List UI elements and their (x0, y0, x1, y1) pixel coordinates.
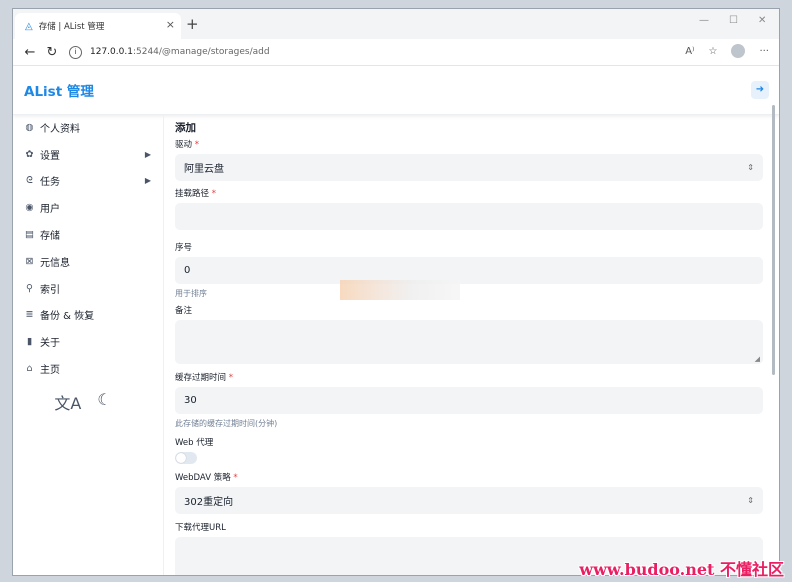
sidebar-item-label: 任务 (40, 177, 60, 189)
site-info-icon[interactable]: i (69, 45, 82, 59)
remark-textarea[interactable]: ◢ (175, 320, 763, 364)
read-aloud-icon[interactable]: A⁾ (685, 46, 694, 57)
watermark: www.budoo.net 不懂社区 (579, 560, 784, 579)
sidebar-item-label: 主页 (40, 365, 60, 377)
tasks-icon: ᘓ (26, 175, 33, 187)
sidebar-item-label: 用户 (40, 204, 60, 216)
sidebar-item-label: 索引 (40, 284, 60, 296)
order-input[interactable]: 0 (175, 257, 763, 284)
remark-label: 备注 (175, 306, 193, 316)
sidebar: ◍ 个人资料 ✿ 设置 ▶ ᘓ 任务 ▶ ◉ 用户 ▤ 存储 ⊠ 元信息 ⚲ 索引 ≣ 备份 & 恢复 ▮ 关于 ⌂ 主页… (13, 114, 164, 575)
url-path: :5244/@manage/storages/add (132, 47, 270, 57)
user-icon: ◉ (25, 202, 34, 214)
search-icon: ⚲ (26, 282, 33, 294)
alist-favicon-icon: ◬ (25, 20, 33, 32)
back-icon[interactable]: ← (19, 45, 41, 60)
favorites-icon[interactable]: ☆ (708, 46, 717, 57)
user-circle-icon: ◍ (25, 121, 34, 133)
blurred-overlay (340, 280, 460, 300)
cache-expiration-hint: 此存储的缓存过期时间(分钟) (175, 419, 278, 428)
url-field[interactable]: i 127.0.0.1:5244/@manage/storages/add (69, 45, 270, 59)
tab-strip: ◬ 存储 | AList 管理 × + — ☐ ✕ (13, 9, 779, 39)
order-label: 序号 (175, 243, 193, 253)
cache-expiration-label: 缓存过期时间 * (175, 373, 233, 383)
mount-path-input[interactable] (175, 203, 763, 230)
sidebar-item-label: 备份 & 恢复 (40, 311, 95, 323)
tab-close-icon[interactable]: × (166, 18, 175, 31)
select-caret-icon: ⇕ (747, 496, 754, 505)
minimize-button[interactable]: — (699, 15, 709, 26)
sidebar-item[interactable]: ◉ 用户 (13, 194, 163, 221)
sidebar-item-label: 设置 (40, 150, 60, 162)
web-proxy-label: Web 代理 (175, 438, 214, 448)
refresh-icon[interactable]: ↻ (41, 45, 63, 60)
sidebar-item[interactable]: ⊠ 元信息 (13, 248, 163, 275)
chevron-right-icon[interactable]: ▶ (145, 150, 151, 159)
sidebar-item[interactable]: ⌂ 主页 (13, 355, 163, 382)
new-tab-button[interactable]: + (186, 15, 199, 33)
select-caret-icon: ⇕ (747, 163, 754, 172)
url-host: 127.0.0.1 (90, 47, 133, 57)
close-window-button[interactable]: ✕ (758, 15, 766, 26)
sidebar-item[interactable]: ✿ 设置 ▶ (13, 141, 163, 168)
webdav-policy-label: WebDAV 策略 * (175, 473, 238, 483)
maximize-button[interactable]: ☐ (729, 15, 738, 26)
sidebar-item-label: 关于 (40, 338, 60, 350)
tab-title: 存储 | AList 管理 (38, 22, 105, 32)
driver-select[interactable]: 阿里云盘 ⇕ (175, 154, 763, 181)
sidebar-item-label: 元信息 (40, 257, 70, 269)
sidebar-footer: 文A ☾ (13, 390, 163, 414)
mount-path-label: 挂载路径 * (175, 189, 216, 199)
sidebar-item[interactable]: ≣ 备份 & 恢复 (13, 302, 163, 329)
language-icon[interactable]: 文A (54, 390, 81, 414)
database-icon: ≣ (25, 309, 34, 321)
main-content: 添加 驱动 * 阿里云盘 ⇕ 挂载路径 * 序号 0 用于排序 备注 ◢ 缓存过期… (175, 114, 763, 575)
sidebar-item[interactable]: ▤ 存储 (13, 221, 163, 248)
download-proxy-url-label: 下载代理URL (175, 523, 226, 533)
logout-icon[interactable]: ➜ (751, 81, 769, 99)
storage-icon: ▤ (25, 229, 34, 241)
web-proxy-switch[interactable] (175, 452, 197, 464)
meta-icon: ⊠ (25, 255, 34, 267)
webdav-policy-select[interactable]: 302重定向 ⇕ (175, 487, 763, 514)
resize-grip-icon[interactable]: ◢ (755, 355, 760, 363)
chevron-right-icon[interactable]: ▶ (145, 176, 151, 185)
gear-icon: ✿ (25, 148, 34, 160)
sidebar-item[interactable]: ᘓ 任务 ▶ (13, 168, 163, 195)
app-title[interactable]: AList 管理 (24, 80, 94, 100)
profile-avatar[interactable] (731, 44, 746, 58)
theme-toggle-icon[interactable]: ☾ (97, 390, 111, 414)
home-icon: ⌂ (26, 363, 33, 375)
page-title: 添加 (175, 122, 196, 134)
about-icon: ▮ (26, 336, 33, 348)
scrollbar[interactable] (772, 105, 775, 375)
app-header: AList 管理 ➜ (13, 66, 779, 115)
sidebar-item-label: 存储 (40, 231, 60, 243)
address-bar: ← ↻ i 127.0.0.1:5244/@manage/storages/ad… (13, 39, 779, 66)
driver-label: 驱动 * (175, 140, 199, 150)
cache-expiration-input[interactable]: 30 (175, 387, 763, 414)
order-hint: 用于排序 (175, 289, 207, 298)
browser-tab[interactable]: ◬ 存储 | AList 管理 × (15, 13, 181, 39)
sidebar-item[interactable]: ⚲ 索引 (13, 275, 163, 302)
sidebar-item-label: 个人资料 (40, 123, 80, 135)
sidebar-item[interactable]: ◍ 个人资料 (13, 114, 163, 141)
sidebar-item[interactable]: ▮ 关于 (13, 328, 163, 355)
more-menu-icon[interactable]: ··· (759, 46, 769, 57)
